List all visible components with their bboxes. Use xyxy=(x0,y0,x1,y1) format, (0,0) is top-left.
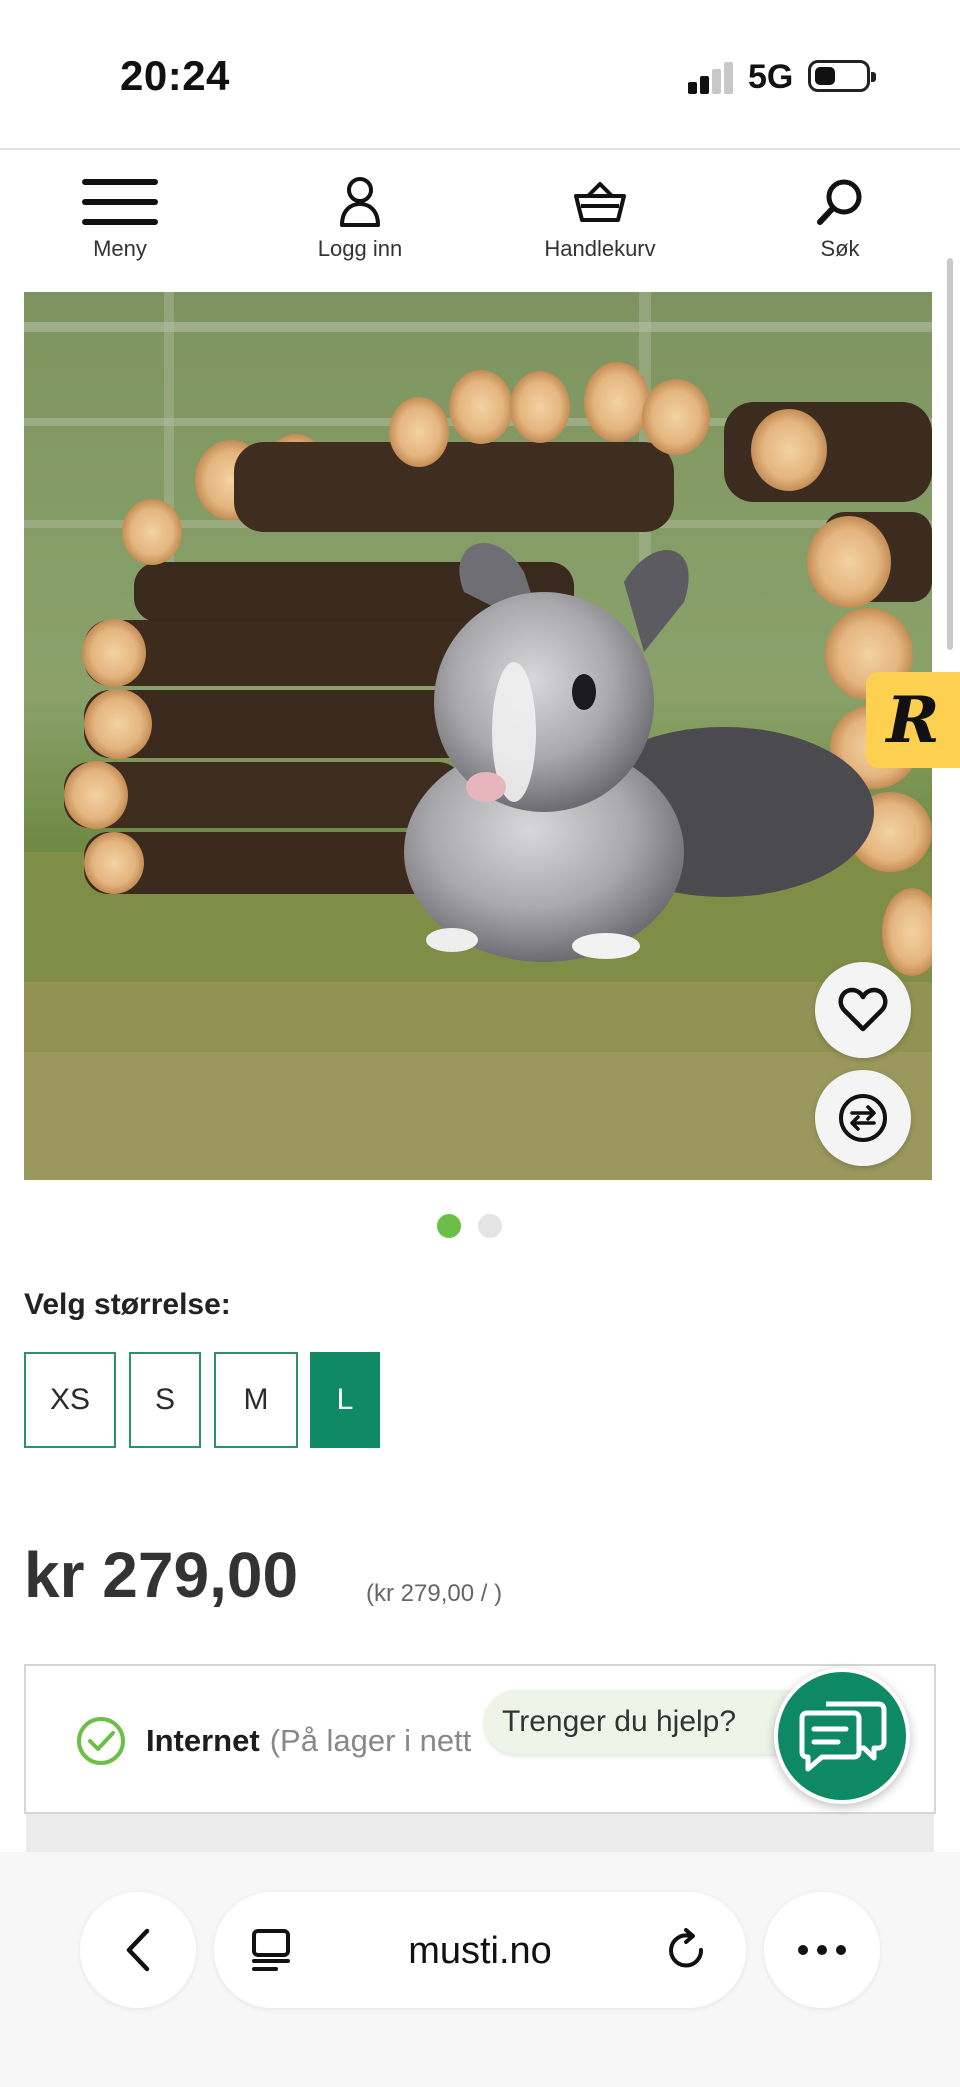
address-bar[interactable]: musti.no xyxy=(214,1892,746,2008)
reviews-badge[interactable]: R xyxy=(866,672,960,768)
browser-back-button[interactable] xyxy=(80,1892,196,2008)
nav-cart-button[interactable]: Handlekurv xyxy=(500,174,700,262)
search-icon xyxy=(817,179,862,225)
stock-detail: (På lager i nett xyxy=(269,1723,472,1758)
browser-toolbar: musti.no xyxy=(0,1852,960,2087)
nav-search-button[interactable]: Søk xyxy=(740,174,940,262)
page-scrollbar[interactable] xyxy=(947,258,953,650)
chat-icon xyxy=(799,1701,887,1772)
nav-menu-button[interactable]: Meny xyxy=(20,174,220,262)
stock-row-internet: Internet (På lager i nett xyxy=(76,1716,471,1766)
compare-icon xyxy=(839,1094,887,1142)
chat-help-bubble[interactable]: Trenger du hjelp? xyxy=(484,1690,814,1754)
heart-icon xyxy=(838,987,888,1032)
nav-login-button[interactable]: Logg inn xyxy=(260,174,460,262)
status-bar: 20:24 5G xyxy=(0,0,960,150)
network-type: 5G xyxy=(748,58,794,96)
status-time: 20:24 xyxy=(120,52,230,99)
user-icon xyxy=(340,177,380,227)
favorite-button[interactable] xyxy=(815,962,911,1058)
size-option-s[interactable]: S xyxy=(129,1352,201,1448)
browser-more-button[interactable] xyxy=(764,1892,880,2008)
check-circle-icon xyxy=(77,1717,125,1765)
basket-icon xyxy=(574,182,626,222)
size-option-xs[interactable]: XS xyxy=(24,1352,116,1448)
size-selector-label: Velg størrelse: xyxy=(24,1288,231,1321)
size-option-l[interactable]: L xyxy=(310,1352,380,1448)
nav-search-label: Søk xyxy=(820,236,860,261)
nav-login-label: Logg inn xyxy=(317,236,403,261)
unit-price: (kr 279,00 / ) xyxy=(366,1580,503,1607)
nav-menu-label: Meny xyxy=(93,236,147,261)
nav-cart-label: Handlekurv xyxy=(544,236,656,261)
product-price: kr 279,00 xyxy=(24,1539,299,1611)
gallery-pagination xyxy=(437,1214,502,1238)
stock-panel-next-row xyxy=(26,1812,934,1852)
stock-channel: Internet xyxy=(146,1723,260,1758)
battery-icon xyxy=(808,60,876,92)
more-dots-icon xyxy=(798,1945,846,1955)
chat-button[interactable] xyxy=(774,1668,910,1804)
reload-icon[interactable] xyxy=(664,1928,708,1977)
size-option-m[interactable]: M xyxy=(214,1352,298,1448)
top-navigation: Meny Logg inn Handlekurv Søk xyxy=(0,152,960,292)
back-chevron-icon xyxy=(126,1928,150,1972)
signal-strength-icon xyxy=(688,62,734,94)
hamburger-icon xyxy=(82,179,158,225)
gallery-dot-1[interactable] xyxy=(437,1214,461,1238)
compare-button[interactable] xyxy=(815,1070,911,1166)
product-image[interactable] xyxy=(24,292,932,1180)
gallery-dot-2[interactable] xyxy=(478,1214,502,1238)
